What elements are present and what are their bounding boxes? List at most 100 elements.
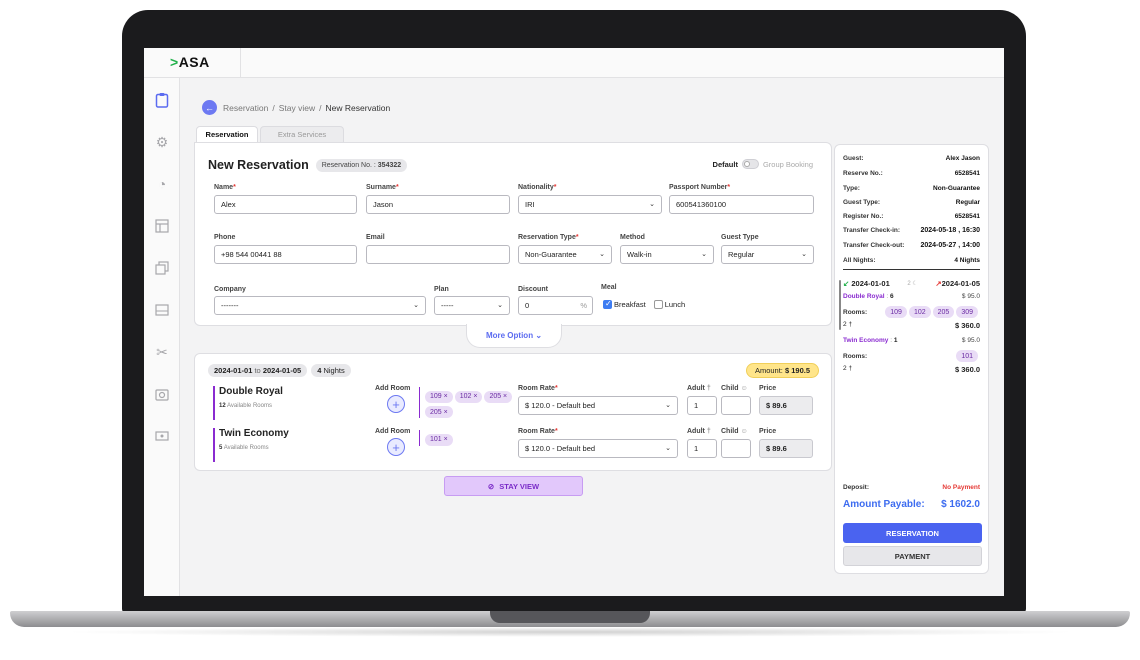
adult-label: Adult †	[687, 428, 711, 435]
room-rate-select[interactable]: $ 120.0 - Default bed ⌄	[518, 439, 678, 458]
amount-badge: Amount: $ 190.5	[745, 363, 819, 378]
stay-view-button[interactable]: ⊘ STAY VIEW	[444, 476, 583, 496]
check-in-arrow-icon: ↙	[843, 279, 850, 288]
add-room-label: Add Room	[375, 428, 411, 435]
form-title: New Reservation	[208, 158, 309, 172]
reservation-type-select[interactable]: Non-Guarantee ⌄	[518, 245, 612, 264]
email-input[interactable]	[366, 245, 510, 264]
method-select[interactable]: Walk-in ⌄	[620, 245, 714, 264]
more-option-button[interactable]: More Option ⌄	[466, 324, 562, 348]
summary-panel: Guest: Alex Jason Reserve No.: 6528541 Typ…	[834, 144, 989, 574]
summary-value: 2024-05-18 , 16:30	[920, 227, 980, 234]
room-rate-select[interactable]: $ 120.0 - Default bed ⌄	[518, 396, 678, 415]
payable-value: $ 1602.0	[941, 499, 980, 510]
tab-extra-services[interactable]: Extra Services	[260, 126, 344, 142]
deposit-label: Deposit:	[843, 484, 869, 491]
reservation-button[interactable]: RESERVATION	[843, 523, 982, 543]
passport-label: Passport Number*	[669, 184, 731, 191]
surname-input[interactable]: Jason	[366, 195, 510, 214]
selected-rooms: 101 ×	[419, 430, 515, 446]
room-pill[interactable]: 101 ×	[425, 433, 453, 446]
nationality-select[interactable]: IRI ⌄	[518, 195, 662, 214]
passport-input[interactable]: 600541360100	[669, 195, 814, 214]
logo-chevron: >	[170, 54, 179, 70]
payment-button[interactable]: PAYMENT	[843, 546, 982, 566]
guest-type-label: Guest Type	[721, 234, 759, 241]
group-booking-label: Group Booking	[762, 159, 813, 169]
name-input[interactable]: Alex	[214, 195, 357, 214]
summary-key: Type:	[843, 185, 860, 192]
clipboard-icon[interactable]	[154, 92, 170, 108]
logo-text: ASA	[178, 54, 210, 70]
adult-input[interactable]: 1	[687, 396, 717, 415]
reservation-number-label: Reservation No. :	[321, 161, 376, 169]
copy-icon[interactable]	[154, 260, 170, 276]
group-name: Double Royal	[843, 293, 885, 300]
available-count: 5	[219, 445, 223, 451]
lunch-label: Lunch	[664, 300, 686, 309]
chevron-down-icon: ⌄	[599, 251, 605, 258]
room-pill[interactable]: 109 ×	[425, 390, 453, 403]
wallet-icon[interactable]	[154, 302, 170, 318]
layout-icon[interactable]	[154, 218, 170, 234]
group-booking-toggle[interactable]	[741, 159, 759, 169]
room-pill[interactable]: 102 ×	[454, 390, 483, 403]
summary-key: All Nights:	[843, 257, 876, 264]
group-count: 1	[893, 337, 898, 344]
amount-value: $ 190.5	[784, 366, 810, 375]
add-room-button[interactable]: +	[387, 438, 405, 456]
gear-icon[interactable]: ⚙	[154, 134, 170, 150]
date-range-badge: 2024-01-01 to 2024-01-05	[208, 364, 308, 377]
plan-select[interactable]: ----- ⌄	[434, 296, 510, 315]
guest-type-select[interactable]: Regular ⌄	[721, 245, 814, 264]
nights-value: 2	[907, 281, 911, 287]
money-icon[interactable]	[154, 428, 170, 444]
app-screen: >ASA ⚙ ◔ ✂ ← Reservation / Stay view / N…	[144, 48, 1004, 596]
summary-scrollbar[interactable]	[839, 280, 841, 330]
lunch-checkbox[interactable]	[653, 300, 663, 309]
chevron-down-icon: ⌄	[801, 251, 807, 258]
child-input[interactable]	[721, 439, 751, 458]
app-logo[interactable]: >ASA	[170, 54, 210, 70]
breadcrumb-current: New Reservation	[325, 102, 391, 113]
chevron-down-icon: ⌄	[535, 331, 543, 340]
room-pill[interactable]: 205 ×	[484, 390, 513, 403]
summary-value: 4 Nights	[954, 257, 980, 264]
summary-key: Guest Type:	[843, 199, 881, 206]
payable-label: Amount Payable:	[843, 499, 925, 510]
room-pill: 205	[932, 306, 955, 318]
price-label: Price	[759, 428, 777, 435]
group-count: 6	[889, 293, 894, 300]
person-icon: †	[848, 321, 853, 328]
reservation-type-label: Reservation Type*	[518, 234, 579, 241]
person-icon: †	[848, 365, 853, 372]
back-arrow-icon[interactable]: ←	[202, 100, 217, 115]
summary-value: Regular	[955, 199, 980, 206]
camera-icon[interactable]	[154, 386, 170, 402]
magic-icon[interactable]: ✂	[154, 344, 170, 360]
nights-count: 4	[317, 366, 322, 375]
breadcrumb-separator: /	[319, 102, 322, 113]
room-pill[interactable]: 205 ×	[425, 406, 453, 418]
adult-input[interactable]: 1	[687, 439, 717, 458]
payment-button-label: PAYMENT	[894, 551, 931, 561]
group-total: $ 360.0	[954, 365, 980, 374]
pie-chart-icon[interactable]: ◔	[154, 176, 170, 192]
breakfast-label: Breakfast	[614, 300, 646, 309]
add-room-button[interactable]: +	[387, 395, 405, 413]
room-pill: 102	[908, 306, 931, 318]
company-select[interactable]: ------- ⌄	[214, 296, 426, 315]
breadcrumb-item[interactable]: Stay view	[279, 103, 315, 113]
summary-key: Register No.:	[843, 213, 884, 220]
summary-key: Transfer Check-out:	[843, 242, 905, 249]
child-input[interactable]	[721, 396, 751, 415]
summary-key: Reserve No.:	[843, 170, 883, 177]
tab-reservation[interactable]: Reservation	[196, 126, 258, 142]
phone-input[interactable]: +98 544 00441 88	[214, 245, 357, 264]
breadcrumb-item[interactable]: Reservation	[223, 103, 268, 113]
breakfast-checkbox[interactable]	[603, 299, 612, 309]
summary-key: Guest:	[843, 155, 864, 162]
default-label: Default	[712, 159, 738, 169]
discount-input[interactable]: 0%	[518, 296, 593, 315]
summary-value: 6528541	[954, 213, 980, 220]
